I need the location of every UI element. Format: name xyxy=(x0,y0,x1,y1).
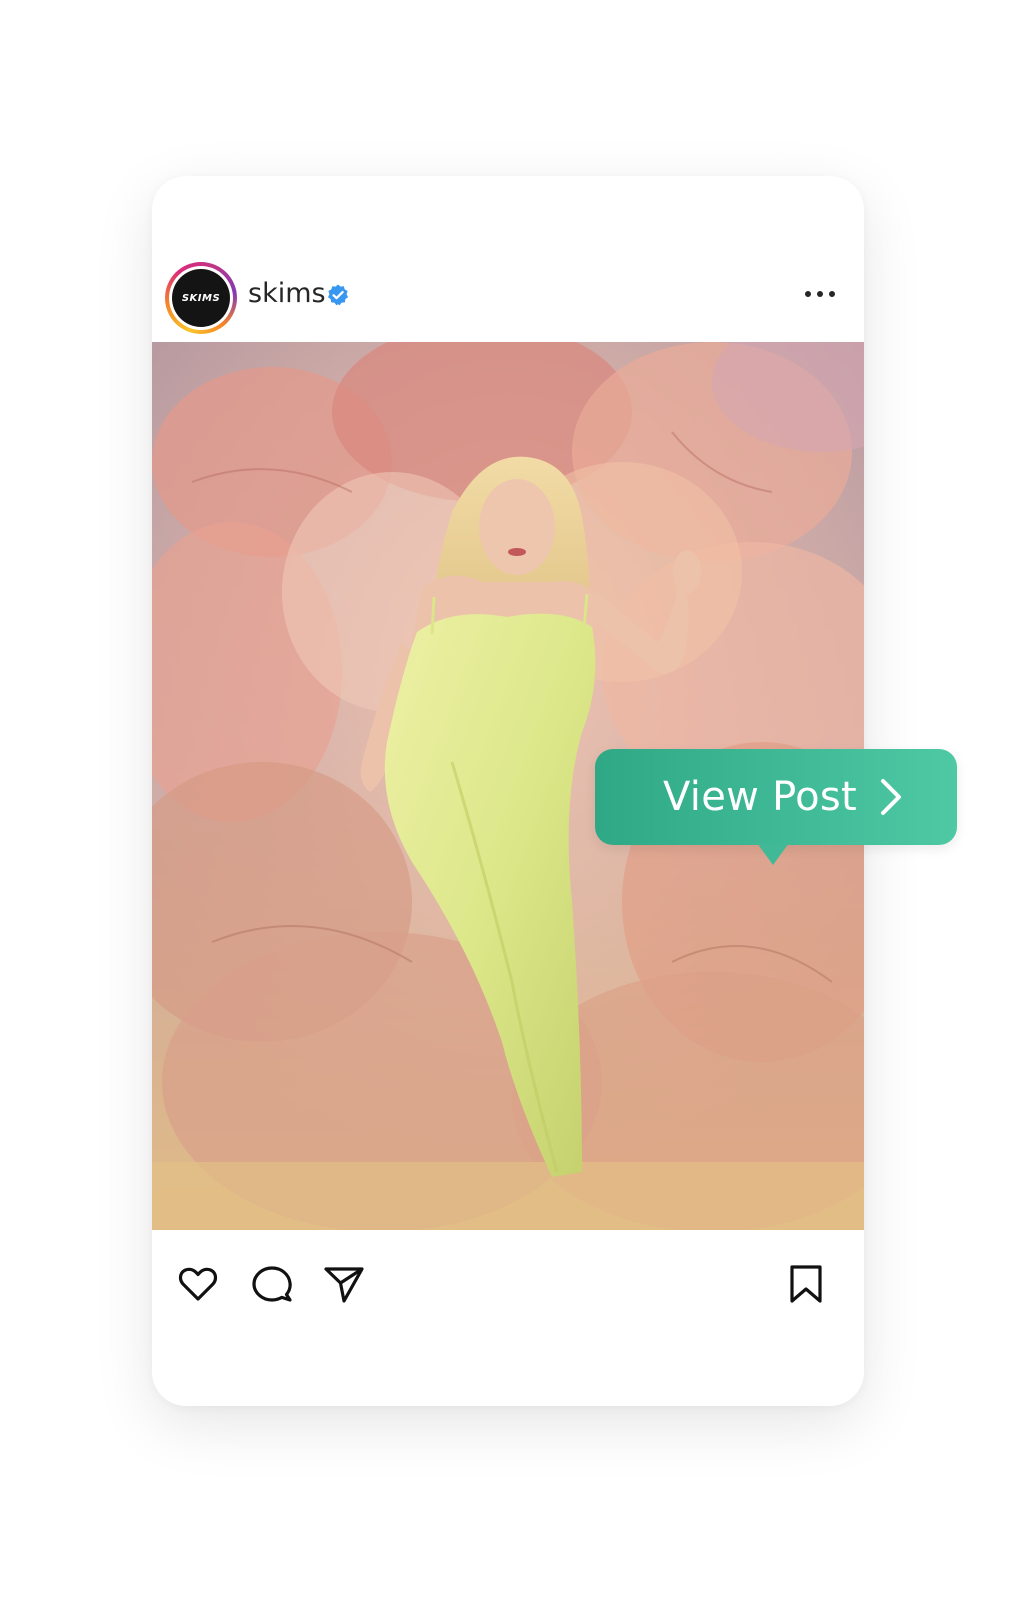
username[interactable]: skims xyxy=(248,278,326,309)
tooltip-pointer xyxy=(757,843,789,865)
heart-icon[interactable] xyxy=(176,1262,220,1306)
chevron-right-icon xyxy=(881,779,901,815)
send-icon[interactable] xyxy=(322,1262,366,1306)
view-post-label: View Post xyxy=(663,774,858,820)
story-ring[interactable]: SKIMS xyxy=(165,262,237,334)
avatar-logo-text: SKIMS xyxy=(181,292,221,304)
avatar: SKIMS xyxy=(172,269,230,327)
comment-icon[interactable] xyxy=(250,1262,294,1306)
post-header: SKIMS skims xyxy=(152,176,864,348)
post-actions xyxy=(152,1230,864,1330)
view-post-button[interactable]: View Post xyxy=(595,749,957,865)
more-horizontal-icon[interactable] xyxy=(802,284,838,304)
verified-badge-icon xyxy=(328,284,348,306)
bookmark-icon[interactable] xyxy=(784,1262,828,1306)
avatar-border: SKIMS xyxy=(169,266,233,330)
